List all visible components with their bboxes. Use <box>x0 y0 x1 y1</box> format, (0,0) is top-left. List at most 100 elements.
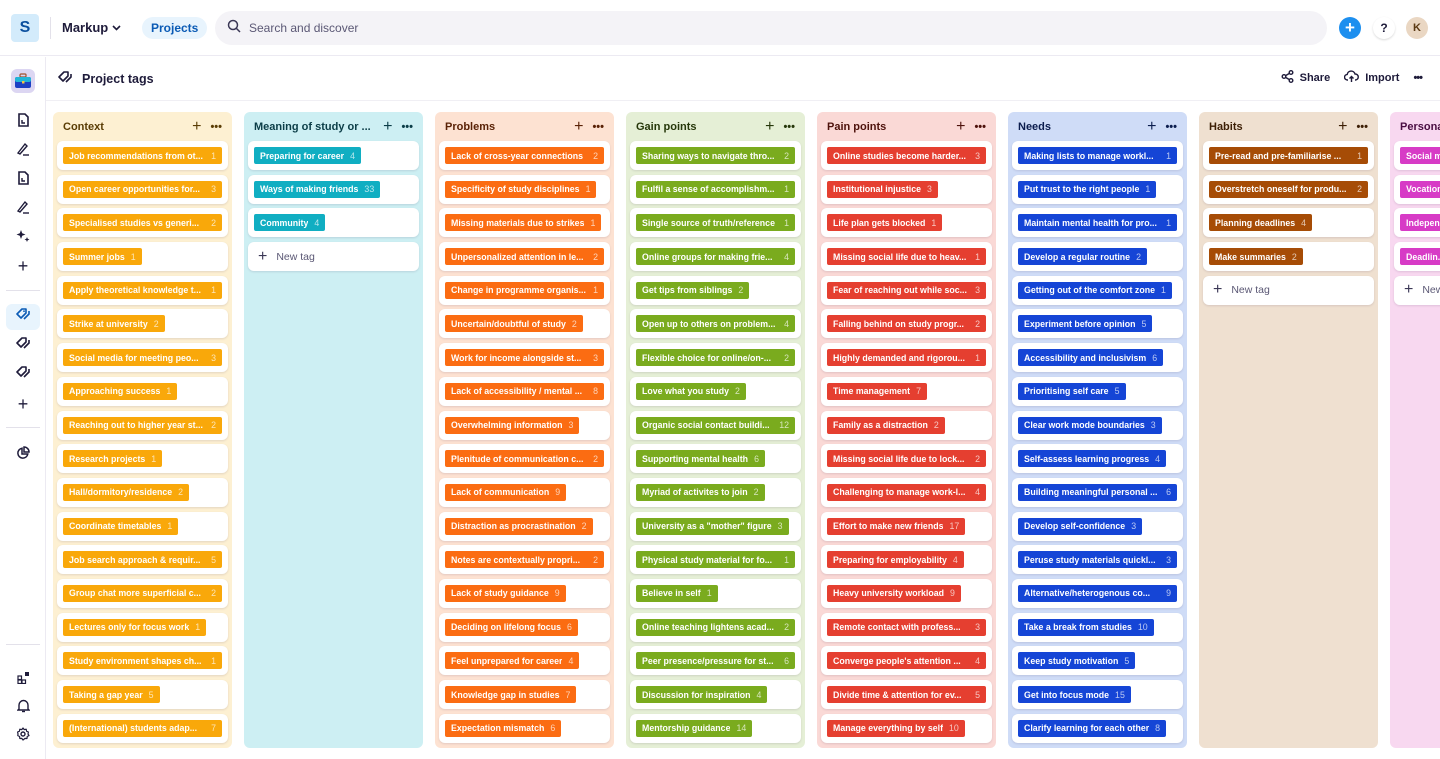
tag-chip[interactable]: Myriad of activites to join 2 <box>636 483 765 501</box>
create-button[interactable]: + <box>1339 17 1361 39</box>
tag-card[interactable]: Fulfil a sense of accomplishm... 1 <box>630 174 801 204</box>
tag-card[interactable]: Physical study material for fo... 1 <box>630 545 801 575</box>
tag-chip[interactable]: Preparing for employability 4 <box>827 551 964 569</box>
tag-chip[interactable]: Deciding on lifelong focus 6 <box>445 618 578 636</box>
tag-card[interactable]: Develop a regular routine 2 <box>1012 242 1183 272</box>
tag-card[interactable]: Community 4 <box>248 208 419 238</box>
tag-card[interactable]: Missing social life due to lock... 2 <box>821 444 992 474</box>
tag-chip[interactable]: Prioritising self care 5 <box>1018 382 1126 400</box>
tag-card[interactable]: Reaching out to higher year st... 2 <box>57 410 228 440</box>
tag-chip[interactable]: Divide time & attention for ev... 5 <box>827 686 986 703</box>
tag-chip[interactable]: Institutional injustice 3 <box>827 180 938 198</box>
tag-card[interactable]: Work for income alongside st... 3 <box>439 343 610 373</box>
tag-chip[interactable]: Family as a distraction 2 <box>827 416 945 434</box>
tag-card[interactable]: Making lists to manage workl... 1 <box>1012 141 1183 170</box>
tag-chip[interactable]: Missing social life due to lock... 2 <box>827 450 986 468</box>
tag-card[interactable]: Lack of communication 9 <box>439 477 610 507</box>
tag-card[interactable]: Discussion for inspiration 4 <box>630 680 801 709</box>
add-tag-icon[interactable]: + <box>383 118 392 135</box>
tag-chip[interactable]: Study environment shapes ch... 1 <box>63 652 222 670</box>
tag-card[interactable]: Supporting mental health 6 <box>630 444 801 474</box>
column-more-icon[interactable]: ••• <box>783 121 795 133</box>
tag-card[interactable]: Deadlin... <box>1394 242 1440 272</box>
tag-chip[interactable]: Online groups for making frie... 4 <box>636 248 795 266</box>
tag-card[interactable]: Self-assess learning progress 4 <box>1012 444 1183 474</box>
column-more-icon[interactable]: ••• <box>401 121 413 133</box>
tag-chip[interactable]: Social m... <box>1400 147 1440 164</box>
tag-chip[interactable]: Reaching out to higher year st... 2 <box>63 416 222 434</box>
tag-chip[interactable]: Vocation... <box>1400 180 1440 198</box>
tag-chip[interactable]: Make summaries 2 <box>1209 248 1303 266</box>
tag-chip[interactable]: Believe in self 1 <box>636 584 718 602</box>
tag-chip[interactable]: Summer jobs 1 <box>63 248 142 266</box>
help-button[interactable]: ? <box>1373 17 1395 39</box>
tag-chip[interactable]: Approaching success 1 <box>63 382 178 400</box>
tag-card[interactable]: Alternative/heterogenous co... 9 <box>1012 578 1183 608</box>
tag-card[interactable]: Family as a distraction 2 <box>821 410 992 440</box>
tag-card[interactable]: Preparing for employability 4 <box>821 545 992 575</box>
tag-chip[interactable]: Uncertain/doubtful of study 2 <box>445 315 583 333</box>
user-avatar[interactable]: K <box>1406 17 1428 39</box>
tag-card[interactable]: Remote contact with profess... 3 <box>821 612 992 642</box>
tag-chip[interactable]: Hall/dormitory/residence 2 <box>63 483 190 501</box>
tag-card[interactable]: Social m... <box>1394 141 1440 170</box>
tag-card[interactable]: Planning deadlines 4 <box>1203 208 1374 238</box>
tag-chip[interactable]: Sharing ways to navigate thro... 2 <box>636 147 795 164</box>
new-tag-button[interactable]: + New tag <box>1394 275 1440 305</box>
tag-card[interactable]: Taking a gap year 5 <box>57 680 228 709</box>
tag-card[interactable]: Lack of study guidance 9 <box>439 578 610 608</box>
tag-chip[interactable]: Lack of cross-year connections 2 <box>445 147 604 164</box>
tag-card[interactable]: Mentorship guidance 14 <box>630 713 801 743</box>
tag-card[interactable]: Get into focus mode 15 <box>1012 680 1183 709</box>
tag-card[interactable]: Online groups for making frie... 4 <box>630 242 801 272</box>
tag-card[interactable]: Fear of reaching out while soc... 3 <box>821 275 992 305</box>
sidebar-item-highlight-2[interactable] <box>6 196 40 222</box>
tag-chip[interactable]: Online studies become harder... 3 <box>827 147 986 164</box>
sidebar-item-settings[interactable] <box>6 723 40 749</box>
tag-card[interactable]: Time management 7 <box>821 376 992 406</box>
tag-card[interactable]: (International) students adap... 7 <box>57 713 228 743</box>
tag-chip[interactable]: Experiment before opinion 5 <box>1018 315 1153 333</box>
tag-chip[interactable]: Expectation mismatch 6 <box>445 719 562 737</box>
sidebar-item-document[interactable] <box>6 109 40 135</box>
tag-card[interactable]: Maintain mental health for pro... 1 <box>1012 208 1183 238</box>
tag-card[interactable]: Vocation... <box>1394 174 1440 204</box>
tag-card[interactable]: Make summaries 2 <box>1203 242 1374 272</box>
tag-card[interactable]: Summer jobs 1 <box>57 242 228 272</box>
tag-card[interactable]: Job recommendations from ot... 1 <box>57 141 228 170</box>
tag-chip[interactable]: Develop self-confidence 3 <box>1018 517 1143 535</box>
tag-card[interactable]: Divide time & attention for ev... 5 <box>821 680 992 709</box>
tag-chip[interactable]: Organic social contact buildi... 12 <box>636 416 795 434</box>
tag-chip[interactable]: Challenging to manage work-l... 4 <box>827 483 986 501</box>
tag-chip[interactable]: (International) students adap... 7 <box>63 719 222 737</box>
tag-chip[interactable]: Fear of reaching out while soc... 3 <box>827 281 986 299</box>
projects-nav-button[interactable]: Projects <box>142 17 208 39</box>
tag-card[interactable]: Knowledge gap in studies 7 <box>439 680 610 709</box>
tag-chip[interactable]: Love what you study 2 <box>636 382 746 400</box>
tag-card[interactable]: Deciding on lifelong focus 6 <box>439 612 610 642</box>
tag-chip[interactable]: Lectures only for focus work 1 <box>63 618 207 636</box>
tag-card[interactable]: Effort to make new friends 17 <box>821 511 992 541</box>
tag-chip[interactable]: Lack of communication 9 <box>445 483 567 501</box>
tag-chip[interactable]: Coordinate timetables 1 <box>63 517 179 535</box>
tag-chip[interactable]: Mentorship guidance 14 <box>636 719 753 737</box>
add-tag-icon[interactable]: + <box>192 118 201 135</box>
tag-chip[interactable]: Preparing for career 4 <box>254 147 362 164</box>
sidebar-item-highlight[interactable] <box>6 138 40 164</box>
tag-card[interactable]: Apply theoretical knowledge t... 1 <box>57 275 228 305</box>
tag-chip[interactable]: Notes are contextually propri... 2 <box>445 551 604 569</box>
sidebar-item-document-2[interactable] <box>6 167 40 193</box>
tag-chip[interactable]: Put trust to the right people 1 <box>1018 180 1157 198</box>
tag-chip[interactable]: Clear work mode boundaries 3 <box>1018 416 1162 434</box>
column-title[interactable]: Meaning of study or ... <box>254 121 383 133</box>
tag-card[interactable]: Experiment before opinion 5 <box>1012 309 1183 339</box>
tag-chip[interactable]: Ways of making friends 33 <box>254 180 381 198</box>
column-more-icon[interactable]: ••• <box>592 121 604 133</box>
sidebar-add-button[interactable]: + <box>6 253 40 279</box>
tag-chip[interactable]: Fulfil a sense of accomplishm... 1 <box>636 180 795 198</box>
tag-chip[interactable]: Community 4 <box>254 214 326 232</box>
tag-card[interactable]: Accessibility and inclusivism 6 <box>1012 343 1183 373</box>
tag-card[interactable]: Unpersonalized attention in le... 2 <box>439 242 610 272</box>
tag-card[interactable]: Missing materials due to strikes 1 <box>439 208 610 238</box>
tag-chip[interactable]: Supporting mental health 6 <box>636 450 765 468</box>
